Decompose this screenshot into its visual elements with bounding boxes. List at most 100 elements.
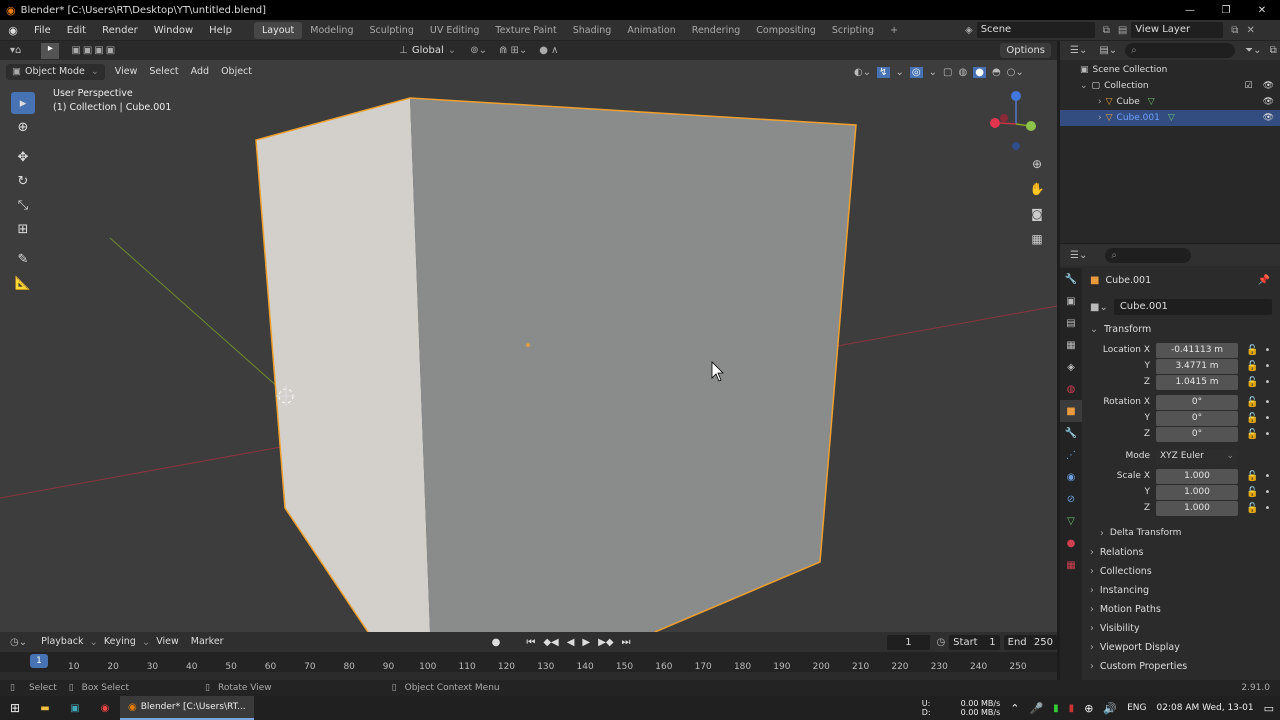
location-y-field[interactable]: 3.4771 m xyxy=(1156,358,1238,374)
annotate-tool[interactable]: ✎ xyxy=(11,248,35,270)
keyframe-dot-icon[interactable]: • xyxy=(1264,503,1270,514)
panel-visibility[interactable]: › Visibility xyxy=(1086,619,1276,638)
mode-dropdown[interactable]: ▣ Object Mode ⌄ xyxy=(6,64,105,80)
tab-scripting[interactable]: Scripting xyxy=(824,22,882,39)
lock-icon[interactable]: 🔓 xyxy=(1246,429,1258,440)
tray-red-icon[interactable]: ▮ xyxy=(1069,703,1075,714)
transform-tool[interactable]: ⊞ xyxy=(11,218,35,240)
scale-y-field[interactable]: 1.000 xyxy=(1156,484,1238,500)
lock-icon[interactable]: 🔓 xyxy=(1246,503,1258,514)
store-icon[interactable]: ▣ xyxy=(60,703,90,714)
cursor-tool[interactable]: ⊕ xyxy=(11,116,35,138)
scale-tool[interactable]: ⤡ xyxy=(11,194,35,216)
menu-window[interactable]: Window xyxy=(146,20,201,41)
menu-render[interactable]: Render xyxy=(94,20,146,41)
menu-add[interactable]: Add xyxy=(185,64,215,80)
lock-icon[interactable]: 🔓 xyxy=(1246,487,1258,498)
editor-type-icon[interactable]: ▾⌂ xyxy=(10,45,21,56)
menu-marker[interactable]: Marker xyxy=(185,634,230,650)
world-tab-icon[interactable]: ◍ xyxy=(1060,378,1082,400)
menu-edit[interactable]: Edit xyxy=(59,20,94,41)
keyframe-dot-icon[interactable]: • xyxy=(1264,487,1270,498)
orientation-dropdown[interactable]: ⊥ Global ⌄ xyxy=(399,45,456,56)
gizmo-dropdown-icon[interactable]: ⌄ xyxy=(896,67,904,78)
chevron-up-icon[interactable]: ⌃ xyxy=(1010,702,1019,715)
menu-select[interactable]: Select xyxy=(143,64,184,80)
tab-texture-paint[interactable]: Texture Paint xyxy=(487,22,564,39)
camera-icon[interactable]: ◙ xyxy=(1025,202,1049,226)
pivot-icon[interactable]: ⊚⌄ xyxy=(470,45,487,56)
select-tool-icon[interactable]: ▸ xyxy=(41,42,60,59)
outliner-item-collection[interactable]: ⌄ ▢ Collection ☑ 👁 xyxy=(1060,78,1280,94)
menu-keying[interactable]: Keying xyxy=(98,634,142,650)
grid-icon[interactable]: ▦ xyxy=(1025,227,1049,251)
delta-transform-header[interactable]: › Delta Transform xyxy=(1086,524,1276,543)
solid-shading-icon[interactable]: ● xyxy=(973,66,986,78)
rotation-x-field[interactable]: 0° xyxy=(1156,394,1238,410)
pin-icon[interactable]: 📌 xyxy=(1258,275,1270,286)
modifier-tab-icon[interactable]: 🔧 xyxy=(1060,422,1082,444)
menu-file[interactable]: File xyxy=(26,20,59,41)
microphone-icon[interactable]: 🎤 xyxy=(1029,702,1043,715)
rotation-y-field[interactable]: 0° xyxy=(1156,410,1238,426)
panel-motion-paths[interactable]: › Motion Paths xyxy=(1086,600,1276,619)
transform-panel-header[interactable]: ⌄ Transform xyxy=(1086,320,1276,339)
tab-uv-editing[interactable]: UV Editing xyxy=(422,22,488,39)
panel-relations[interactable]: › Relations xyxy=(1086,543,1276,562)
gizmo-toggle-icon[interactable]: ↯ xyxy=(877,66,890,78)
search-field[interactable]: ⌕ xyxy=(1105,247,1192,263)
volume-icon[interactable]: 🔊 xyxy=(1103,702,1117,715)
select-mode-icons[interactable]: ▣▣▣▣ xyxy=(71,45,117,56)
texture-tab-icon[interactable]: ▦ xyxy=(1060,554,1082,576)
expand-icon[interactable]: › xyxy=(1098,94,1102,110)
viewport-3d[interactable]: ▣ Object Mode ⌄ View Select Add Object ◐… xyxy=(0,60,1057,632)
scale-x-field[interactable]: 1.000 xyxy=(1156,468,1238,484)
data-tab-icon[interactable]: ▽ xyxy=(1060,510,1082,532)
file-explorer-icon[interactable]: ▬ xyxy=(30,703,60,714)
keyframe-dot-icon[interactable]: • xyxy=(1264,397,1270,408)
constraints-tab-icon[interactable]: ⊘ xyxy=(1060,488,1082,510)
panel-custom-properties[interactable]: › Custom Properties xyxy=(1086,657,1276,676)
blender-menu-icon[interactable]: ◉ xyxy=(0,24,26,37)
output-tab-icon[interactable]: ▤ xyxy=(1060,312,1082,334)
notification-icon[interactable]: ▭ xyxy=(1264,702,1274,715)
keyframe-dot-icon[interactable]: • xyxy=(1264,471,1270,482)
select-box-tool[interactable]: ▸ xyxy=(11,92,35,114)
windows-start-icon[interactable]: ⊞ xyxy=(0,701,30,715)
overlay-dropdown-icon[interactable]: ⌄ xyxy=(929,67,937,78)
taskbar-blender-app[interactable]: ◉ Blender* [C:\Users\RT... xyxy=(120,696,254,720)
close-button[interactable]: ✕ xyxy=(1244,5,1280,16)
clock[interactable]: 02:08 AM Wed, 13-01 xyxy=(1157,703,1254,713)
view-layer-remove-icon[interactable]: ✕ xyxy=(1246,25,1254,36)
keyframe-dot-icon[interactable]: • xyxy=(1264,429,1270,440)
editor-type-icon[interactable]: ◷⌄ xyxy=(10,637,27,648)
filter-icon[interactable]: ⏷⌄ xyxy=(1245,45,1261,56)
minimize-button[interactable]: — xyxy=(1172,5,1208,16)
outliner-item-cube-001[interactable]: › ▽ Cube.001 ▽ 👁 xyxy=(1060,110,1280,126)
menu-view[interactable]: View xyxy=(109,64,144,80)
lock-icon[interactable]: 🔓 xyxy=(1246,397,1258,408)
physics-tab-icon[interactable]: ◉ xyxy=(1060,466,1082,488)
proportional-edit-icon[interactable]: ● ∧ xyxy=(539,45,558,56)
end-field[interactable]: End 250 xyxy=(1003,634,1057,650)
tab-layout[interactable]: Layout xyxy=(253,21,303,39)
render-tab-icon[interactable]: ▣ xyxy=(1060,290,1082,312)
location-z-field[interactable]: 1.0415 m xyxy=(1156,374,1238,390)
rotate-tool[interactable]: ↻ xyxy=(11,170,35,192)
tool-tab-icon[interactable]: 🔧 xyxy=(1060,268,1082,290)
keyframe-dot-icon[interactable]: • xyxy=(1264,413,1270,424)
measure-tool[interactable]: 📐 xyxy=(11,272,35,294)
rotation-z-field[interactable]: 0° xyxy=(1156,426,1238,442)
eye-icon[interactable]: 👁 xyxy=(1263,94,1274,110)
scene-copy-icon[interactable]: ⧉ xyxy=(1103,25,1110,36)
view-layer-field[interactable]: View Layer xyxy=(1131,22,1224,38)
eye-icon[interactable]: 👁 xyxy=(1263,110,1274,126)
globe-icon[interactable]: ⊕ xyxy=(1084,702,1093,715)
expand-icon[interactable]: › xyxy=(1098,110,1102,126)
keyframe-dot-icon[interactable]: • xyxy=(1264,361,1270,372)
add-workspace-button[interactable]: + xyxy=(882,22,906,39)
prev-keyframe-icon[interactable]: ◆◀ xyxy=(543,637,558,648)
play-icon[interactable]: ▶ xyxy=(582,637,590,648)
snap-icon[interactable]: ⋒ ⊞⌄ xyxy=(499,45,527,56)
play-reverse-icon[interactable]: ◀ xyxy=(567,637,575,648)
